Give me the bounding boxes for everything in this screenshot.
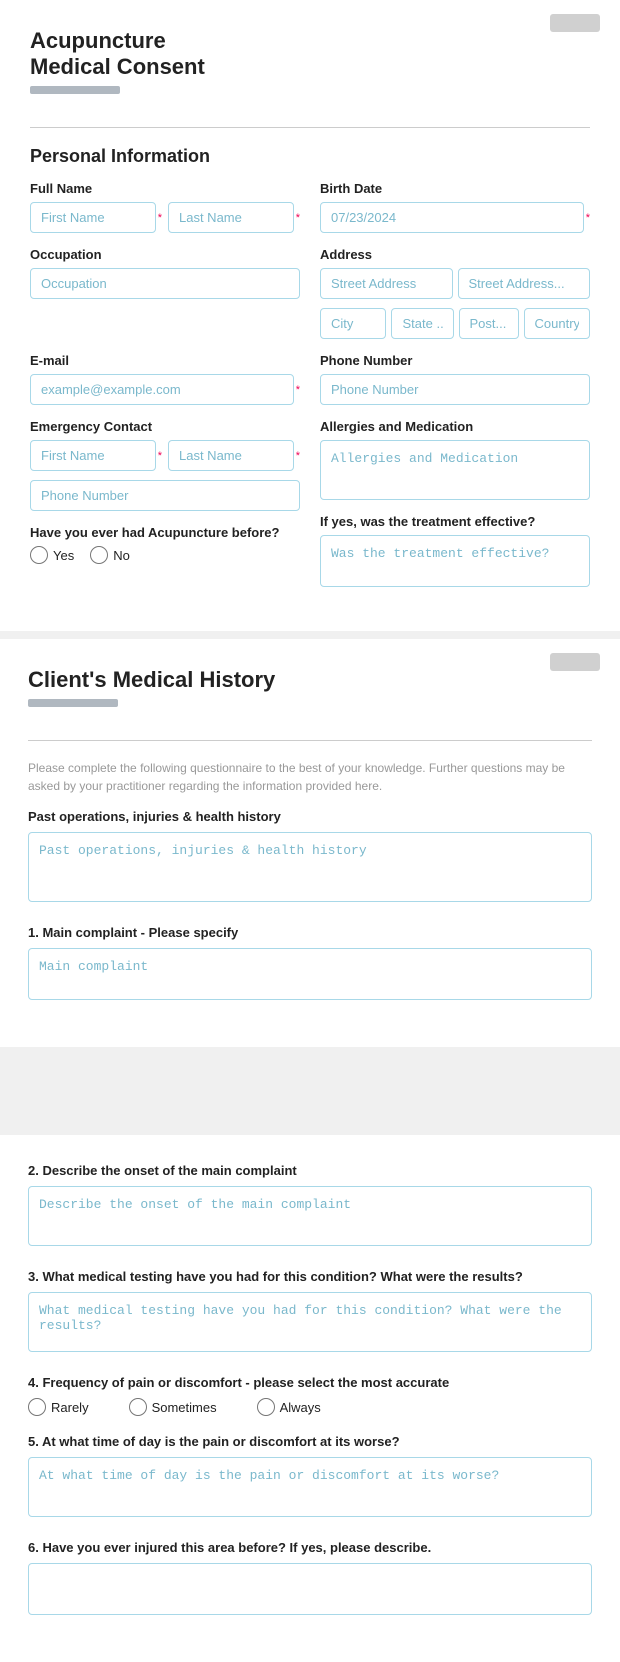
birthdate-required: * <box>586 212 590 224</box>
medical-history-section: Client's Medical History Please complete… <box>0 639 620 1047</box>
occupation-group: Occupation <box>30 247 300 339</box>
birthdate-input[interactable] <box>320 202 584 233</box>
allergies-group: Allergies and Medication If yes, was the… <box>320 419 590 587</box>
past-ops-block: Past operations, injuries & health histo… <box>28 809 592 907</box>
firstname-required: * <box>158 212 162 224</box>
phone-label: Phone Number <box>320 353 590 368</box>
effective-label: If yes, was the treatment effective? <box>320 514 590 529</box>
emergency-phone-input[interactable] <box>30 480 300 511</box>
q6-label: 6. Have you ever injured this area befor… <box>28 1540 592 1555</box>
yes-label: Yes <box>53 548 74 563</box>
q6-textarea[interactable] <box>28 1563 592 1615</box>
emergency-lastname-required: * <box>296 450 300 462</box>
emergency-firstname-input[interactable] <box>30 440 156 471</box>
email-required: * <box>296 384 300 396</box>
no-label: No <box>113 548 130 563</box>
state-input[interactable] <box>391 308 453 339</box>
q1-textarea[interactable] <box>28 948 592 1000</box>
q5-block: 5. At what time of day is the pain or di… <box>28 1434 592 1522</box>
address-group: Address <box>320 247 590 339</box>
fullname-label: Full Name <box>30 181 300 196</box>
personal-info-subtitle: Personal Information <box>30 146 590 167</box>
email-label: E-mail <box>30 353 300 368</box>
page-title: AcupunctureMedical Consent <box>30 28 590 80</box>
firstname-input[interactable] <box>30 202 156 233</box>
title-accent <box>30 86 120 94</box>
phone-group: Phone Number <box>320 353 590 405</box>
acupuncture-label: Have you ever had Acupuncture before? <box>30 525 300 540</box>
q3-textarea[interactable] <box>28 1292 592 1352</box>
effective-textarea[interactable] <box>320 535 590 587</box>
medical-history-continued: 2. Describe the onset of the main compla… <box>0 1135 620 1662</box>
q2-label: 2. Describe the onset of the main compla… <box>28 1163 592 1178</box>
always-label: Always <box>280 1400 321 1415</box>
email-group: E-mail * <box>30 353 300 405</box>
medical-desc: Please complete the following questionna… <box>28 759 592 795</box>
phone-input[interactable] <box>320 374 590 405</box>
always-radio[interactable] <box>257 1398 275 1416</box>
sometimes-label: Sometimes <box>152 1400 217 1415</box>
q1-block: 1. Main complaint - Please specify <box>28 925 592 1005</box>
street1-input[interactable] <box>320 268 453 299</box>
q3-block: 3. What medical testing have you had for… <box>28 1269 592 1357</box>
emergency-firstname-required: * <box>158 450 162 462</box>
emergency-group: Emergency Contact * * Have you ever had … <box>30 419 300 587</box>
street2-input[interactable] <box>458 268 591 299</box>
emergency-lastname-input[interactable] <box>168 440 294 471</box>
medical-accent <box>28 699 118 707</box>
gap-section <box>0 1055 620 1135</box>
birthdate-label: Birth Date <box>320 181 590 196</box>
yes-radio-label[interactable]: Yes <box>30 546 74 564</box>
q2-textarea[interactable] <box>28 1186 592 1246</box>
past-ops-label: Past operations, injuries & health histo… <box>28 809 592 824</box>
lastname-required: * <box>296 212 300 224</box>
emergency-label: Emergency Contact <box>30 419 300 434</box>
occupation-input[interactable] <box>30 268 300 299</box>
birthdate-group: Birth Date * <box>320 181 590 233</box>
no-radio[interactable] <box>90 546 108 564</box>
q5-textarea[interactable] <box>28 1457 592 1517</box>
postal-input[interactable] <box>459 308 519 339</box>
q3-label: 3. What medical testing have you had for… <box>28 1269 592 1284</box>
no-radio-label[interactable]: No <box>90 546 130 564</box>
personal-info-section: AcupunctureMedical Consent Personal Info… <box>0 0 620 631</box>
allergies-textarea[interactable] <box>320 440 590 500</box>
q2-block: 2. Describe the onset of the main compla… <box>28 1163 592 1251</box>
q4-block: 4. Frequency of pain or discomfort - ple… <box>28 1375 592 1416</box>
email-input[interactable] <box>30 374 294 405</box>
allergies-label: Allergies and Medication <box>320 419 590 434</box>
rarely-radio[interactable] <box>28 1398 46 1416</box>
occupation-label: Occupation <box>30 247 300 262</box>
country-input[interactable] <box>524 308 590 339</box>
q1-label: 1. Main complaint - Please specify <box>28 925 592 940</box>
fullname-group: Full Name * * <box>30 181 300 233</box>
rarely-radio-label[interactable]: Rarely <box>28 1398 89 1416</box>
q5-label: 5. At what time of day is the pain or di… <box>28 1434 592 1449</box>
city-input[interactable] <box>320 308 386 339</box>
lastname-input[interactable] <box>168 202 294 233</box>
rarely-label: Rarely <box>51 1400 89 1415</box>
medical-title: Client's Medical History <box>28 667 592 693</box>
past-ops-textarea[interactable] <box>28 832 592 902</box>
q4-label: 4. Frequency of pain or discomfort - ple… <box>28 1375 592 1390</box>
always-radio-label[interactable]: Always <box>257 1398 321 1416</box>
q6-block: 6. Have you ever injured this area befor… <box>28 1540 592 1620</box>
sometimes-radio[interactable] <box>129 1398 147 1416</box>
sometimes-radio-label[interactable]: Sometimes <box>129 1398 217 1416</box>
address-label: Address <box>320 247 590 262</box>
yes-radio[interactable] <box>30 546 48 564</box>
